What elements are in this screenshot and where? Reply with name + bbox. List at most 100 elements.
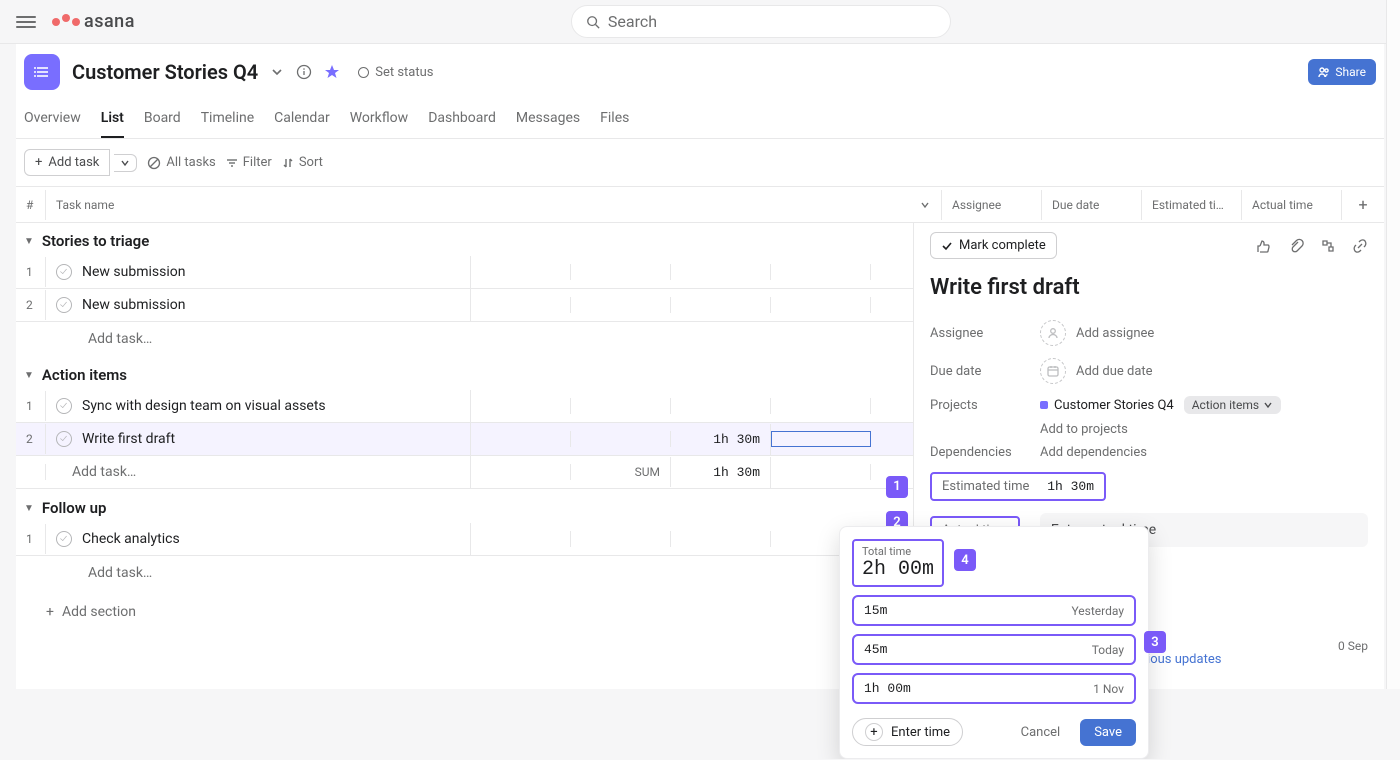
cell-assignee[interactable] bbox=[471, 297, 571, 313]
complete-toggle[interactable] bbox=[56, 431, 72, 447]
task-row[interactable]: 2 New submission bbox=[16, 289, 913, 322]
actual-time-popover: Total time 2h 00m 4 15m Yesterday 45m To… bbox=[839, 526, 1149, 759]
row-index: 2 bbox=[16, 290, 46, 320]
add-task-caret[interactable] bbox=[114, 154, 137, 172]
enter-time-button[interactable]: + Enter time bbox=[852, 718, 963, 746]
cell-assignee[interactable] bbox=[471, 431, 571, 447]
add-task-link[interactable]: Add task… bbox=[16, 556, 913, 590]
tab-list[interactable]: List bbox=[101, 104, 124, 138]
like-icon[interactable] bbox=[1256, 238, 1272, 254]
star-icon[interactable] bbox=[324, 64, 340, 80]
triangle-down-icon: ▼ bbox=[24, 370, 34, 381]
add-task-link[interactable]: Add task… bbox=[16, 322, 913, 356]
cell-assignee[interactable] bbox=[471, 531, 571, 547]
cell-actual[interactable] bbox=[771, 398, 871, 414]
plus-icon: + bbox=[46, 604, 54, 620]
task-row[interactable]: 1 Sync with design team on visual assets bbox=[16, 390, 913, 423]
estimated-time-label: Estimated time bbox=[942, 479, 1029, 494]
section-header[interactable]: ▼ Follow up bbox=[16, 489, 913, 523]
attachment-icon[interactable] bbox=[1288, 238, 1304, 254]
cell-due-date[interactable] bbox=[571, 398, 671, 414]
task-row[interactable]: 1 New submission bbox=[16, 256, 913, 289]
dependencies-label: Dependencies bbox=[930, 445, 1040, 460]
set-status[interactable]: Set status bbox=[352, 61, 439, 84]
task-title: New submission bbox=[82, 297, 185, 313]
tab-calendar[interactable]: Calendar bbox=[274, 104, 330, 138]
task-row[interactable]: 2 Write first draft 1h 30m bbox=[16, 423, 913, 456]
project-chip-label: Customer Stories Q4 bbox=[1054, 398, 1174, 413]
subtask-icon[interactable] bbox=[1320, 238, 1336, 254]
chevron-down-icon[interactable] bbox=[270, 65, 284, 79]
mark-complete-button[interactable]: Mark complete bbox=[930, 232, 1057, 259]
project-chip[interactable]: Customer Stories Q4 bbox=[1040, 398, 1174, 413]
tab-files[interactable]: Files bbox=[600, 104, 629, 138]
menu-icon[interactable] bbox=[16, 13, 36, 31]
topbar: asana Search bbox=[0, 0, 1400, 44]
cell-est[interactable] bbox=[671, 264, 771, 280]
cell-assignee[interactable] bbox=[471, 398, 571, 414]
circle-slash-icon bbox=[147, 156, 161, 170]
projects-label: Projects bbox=[930, 398, 1040, 413]
tab-overview[interactable]: Overview bbox=[24, 104, 81, 138]
col-actual-time[interactable]: Actual time bbox=[1242, 190, 1342, 220]
time-entry[interactable]: 45m Today bbox=[852, 634, 1136, 665]
tab-board[interactable]: Board bbox=[144, 104, 181, 138]
cell-est[interactable] bbox=[671, 398, 771, 414]
link-icon[interactable] bbox=[1352, 238, 1368, 254]
time-entry-amount: 15m bbox=[864, 603, 887, 618]
time-entry[interactable]: 15m Yesterday bbox=[852, 595, 1136, 626]
col-estimated-time[interactable]: Estimated ti… bbox=[1142, 190, 1242, 220]
cell-due-date[interactable] bbox=[571, 531, 671, 547]
tab-dashboard[interactable]: Dashboard bbox=[428, 104, 496, 138]
cell-assignee[interactable] bbox=[471, 264, 571, 280]
cell-actual[interactable] bbox=[771, 264, 871, 280]
add-column-button[interactable]: + bbox=[1342, 187, 1384, 222]
cell-due-date[interactable] bbox=[571, 297, 671, 313]
due-date-label: Due date bbox=[930, 364, 1040, 379]
section-chip[interactable]: Action items bbox=[1184, 396, 1281, 414]
tab-timeline[interactable]: Timeline bbox=[201, 104, 254, 138]
save-button[interactable]: Save bbox=[1080, 719, 1136, 746]
add-due-date[interactable]: Add due date bbox=[1040, 358, 1153, 384]
all-tasks-filter[interactable]: All tasks bbox=[147, 155, 215, 170]
cell-due-date[interactable] bbox=[571, 431, 671, 447]
info-icon[interactable] bbox=[296, 64, 312, 80]
cell-actual[interactable] bbox=[771, 297, 871, 313]
add-task-link[interactable]: Add task… bbox=[46, 456, 471, 488]
tab-messages[interactable]: Messages bbox=[516, 104, 580, 138]
add-due-label: Add due date bbox=[1076, 364, 1153, 379]
complete-toggle[interactable] bbox=[56, 297, 72, 313]
cell-due-date[interactable] bbox=[571, 264, 671, 280]
estimated-time-field[interactable]: Estimated time 1h 30m bbox=[930, 472, 1106, 501]
section-header[interactable]: ▼ Stories to triage bbox=[16, 222, 913, 256]
status-dot-icon bbox=[358, 67, 369, 78]
complete-toggle[interactable] bbox=[56, 264, 72, 280]
col-assignee[interactable]: Assignee bbox=[942, 190, 1042, 220]
set-status-label: Set status bbox=[375, 65, 433, 80]
cell-est[interactable] bbox=[671, 531, 771, 547]
add-assignee[interactable]: Add assignee bbox=[1040, 320, 1154, 346]
cell-actual[interactable] bbox=[771, 431, 871, 447]
add-task-button[interactable]: + Add task bbox=[24, 149, 110, 176]
col-due-date[interactable]: Due date bbox=[1042, 190, 1142, 220]
section-header[interactable]: ▼ Action items bbox=[16, 356, 913, 390]
filter-button[interactable]: Filter bbox=[226, 155, 272, 170]
project-title: Customer Stories Q4 bbox=[72, 60, 258, 84]
tab-workflow[interactable]: Workflow bbox=[350, 104, 409, 138]
complete-toggle[interactable] bbox=[56, 531, 72, 547]
cell-est[interactable]: 1h 30m bbox=[671, 424, 771, 455]
col-name[interactable]: Task name bbox=[46, 190, 942, 220]
add-section-button[interactable]: + Add section bbox=[16, 590, 913, 634]
detail-title[interactable]: Write first draft bbox=[914, 269, 1384, 314]
cell-est[interactable] bbox=[671, 297, 771, 313]
add-to-projects[interactable]: Add to projects bbox=[914, 420, 1384, 439]
share-button[interactable]: Share bbox=[1308, 59, 1376, 85]
cancel-button[interactable]: Cancel bbox=[1011, 719, 1071, 746]
sort-button[interactable]: Sort bbox=[282, 155, 323, 170]
sum-label: SUM bbox=[571, 457, 671, 487]
search-input[interactable]: Search bbox=[571, 5, 951, 38]
task-row[interactable]: 1 Check analytics bbox=[16, 523, 913, 556]
asana-logo[interactable]: asana bbox=[52, 11, 135, 32]
complete-toggle[interactable] bbox=[56, 398, 72, 414]
add-dependencies[interactable]: Add dependencies bbox=[1040, 445, 1147, 460]
